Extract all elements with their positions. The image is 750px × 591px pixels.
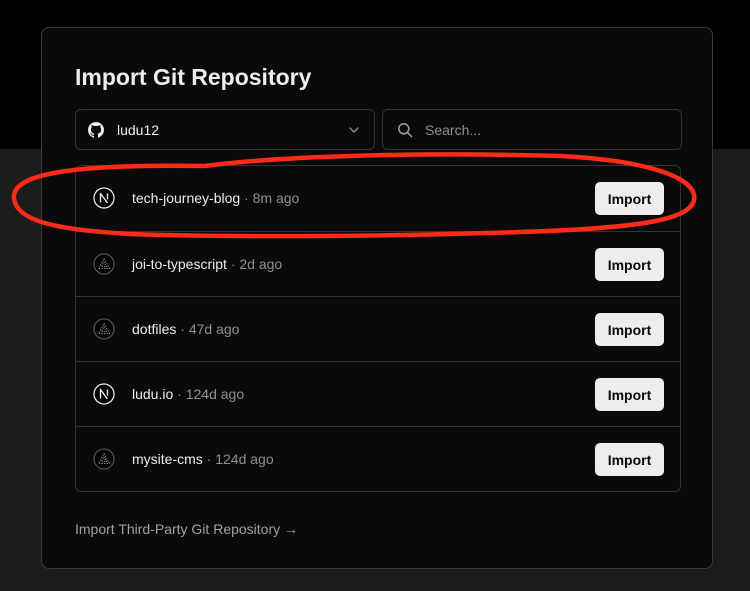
repo-row: mysite-cms · 124d ago Import xyxy=(76,426,680,491)
import-button[interactable]: Import xyxy=(595,443,664,476)
import-button[interactable]: Import xyxy=(595,248,664,281)
triangle-icon xyxy=(93,448,115,470)
search-icon xyxy=(397,122,413,138)
repo-updated-time: 124d ago xyxy=(185,386,245,402)
chevron-down-icon xyxy=(347,123,361,137)
repo-separator: · xyxy=(230,256,236,272)
repo-updated-time: 47d ago xyxy=(188,321,240,337)
repo-updated-time: 124d ago xyxy=(215,451,274,467)
repo-separator: · xyxy=(206,451,212,467)
repo-label: dotfiles · 47d ago xyxy=(132,321,239,337)
repo-row: ludu.io · 124d ago Import xyxy=(76,361,680,426)
repo-name: ludu.io xyxy=(132,386,174,402)
repo-updated-time: 8m ago xyxy=(252,190,300,206)
repo-updated-time: 2d ago xyxy=(239,256,283,272)
account-name: ludu12 xyxy=(117,121,160,138)
github-icon xyxy=(88,121,104,138)
search-field[interactable] xyxy=(382,109,682,150)
repo-row: dotfiles · 47d ago Import xyxy=(76,296,680,361)
nextjs-icon xyxy=(93,383,115,405)
repo-label: mysite-cms · 124d ago xyxy=(132,451,274,467)
triangle-icon xyxy=(93,318,115,340)
nextjs-icon xyxy=(93,187,115,209)
import-third-party-link[interactable]: Import Third-Party Git Repository → xyxy=(75,521,298,537)
import-repository-card: Import Git Repository ludu12 tech-journe… xyxy=(41,27,713,569)
page-title: Import Git Repository xyxy=(75,64,312,90)
repo-name: tech-journey-blog xyxy=(132,190,241,206)
search-input[interactable] xyxy=(425,121,665,138)
repo-separator: · xyxy=(177,386,182,402)
account-select[interactable]: ludu12 xyxy=(75,109,375,150)
triangle-icon xyxy=(93,253,115,275)
repo-label: tech-journey-blog · 8m ago xyxy=(132,190,299,206)
repo-name: mysite-cms xyxy=(132,451,203,467)
repo-name: dotfiles xyxy=(132,321,177,337)
repo-label: joi-to-typescript · 2d ago xyxy=(132,256,282,272)
repo-separator: · xyxy=(244,190,249,206)
repo-separator: · xyxy=(180,321,185,337)
repo-row: tech-journey-blog · 8m ago Import xyxy=(76,166,680,231)
import-button[interactable]: Import xyxy=(595,182,664,215)
repo-row: joi-to-typescript · 2d ago Import xyxy=(76,231,680,296)
repo-label: ludu.io · 124d ago xyxy=(132,386,244,402)
import-button[interactable]: Import xyxy=(595,313,664,346)
repo-name: joi-to-typescript xyxy=(132,256,227,272)
import-button[interactable]: Import xyxy=(595,378,664,411)
repository-list: tech-journey-blog · 8m ago Import joi-to… xyxy=(75,165,681,492)
